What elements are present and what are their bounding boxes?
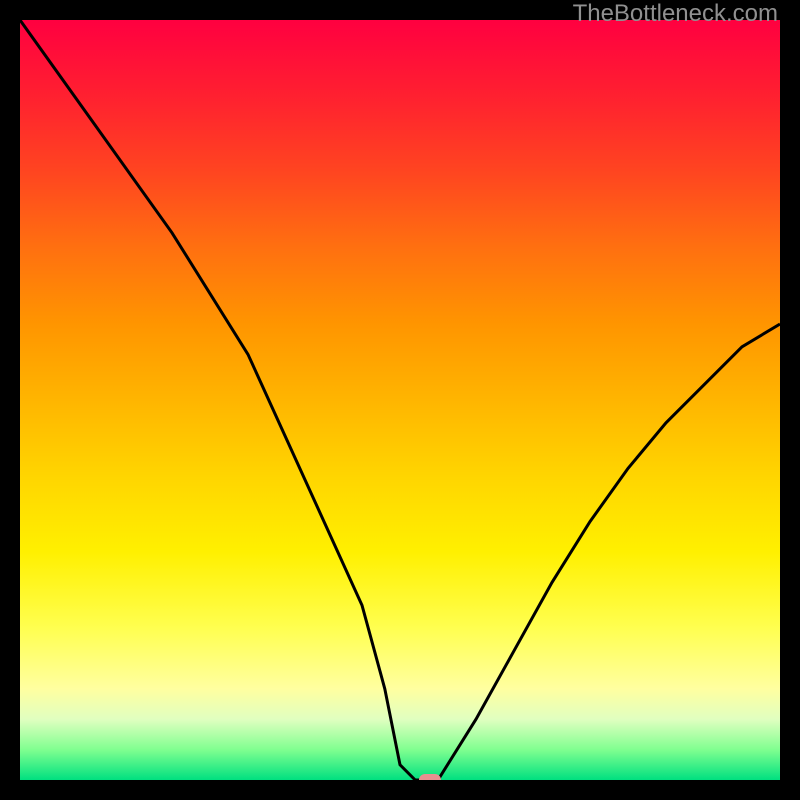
x-axis: [20, 780, 780, 800]
y-axis: [0, 20, 20, 780]
watermark-text: TheBottleneck.com: [573, 0, 778, 28]
curve-svg: [20, 20, 780, 780]
bottleneck-curve-path: [20, 20, 780, 780]
plot-area: [20, 20, 780, 780]
chart-container: TheBottleneck.com: [0, 0, 800, 800]
